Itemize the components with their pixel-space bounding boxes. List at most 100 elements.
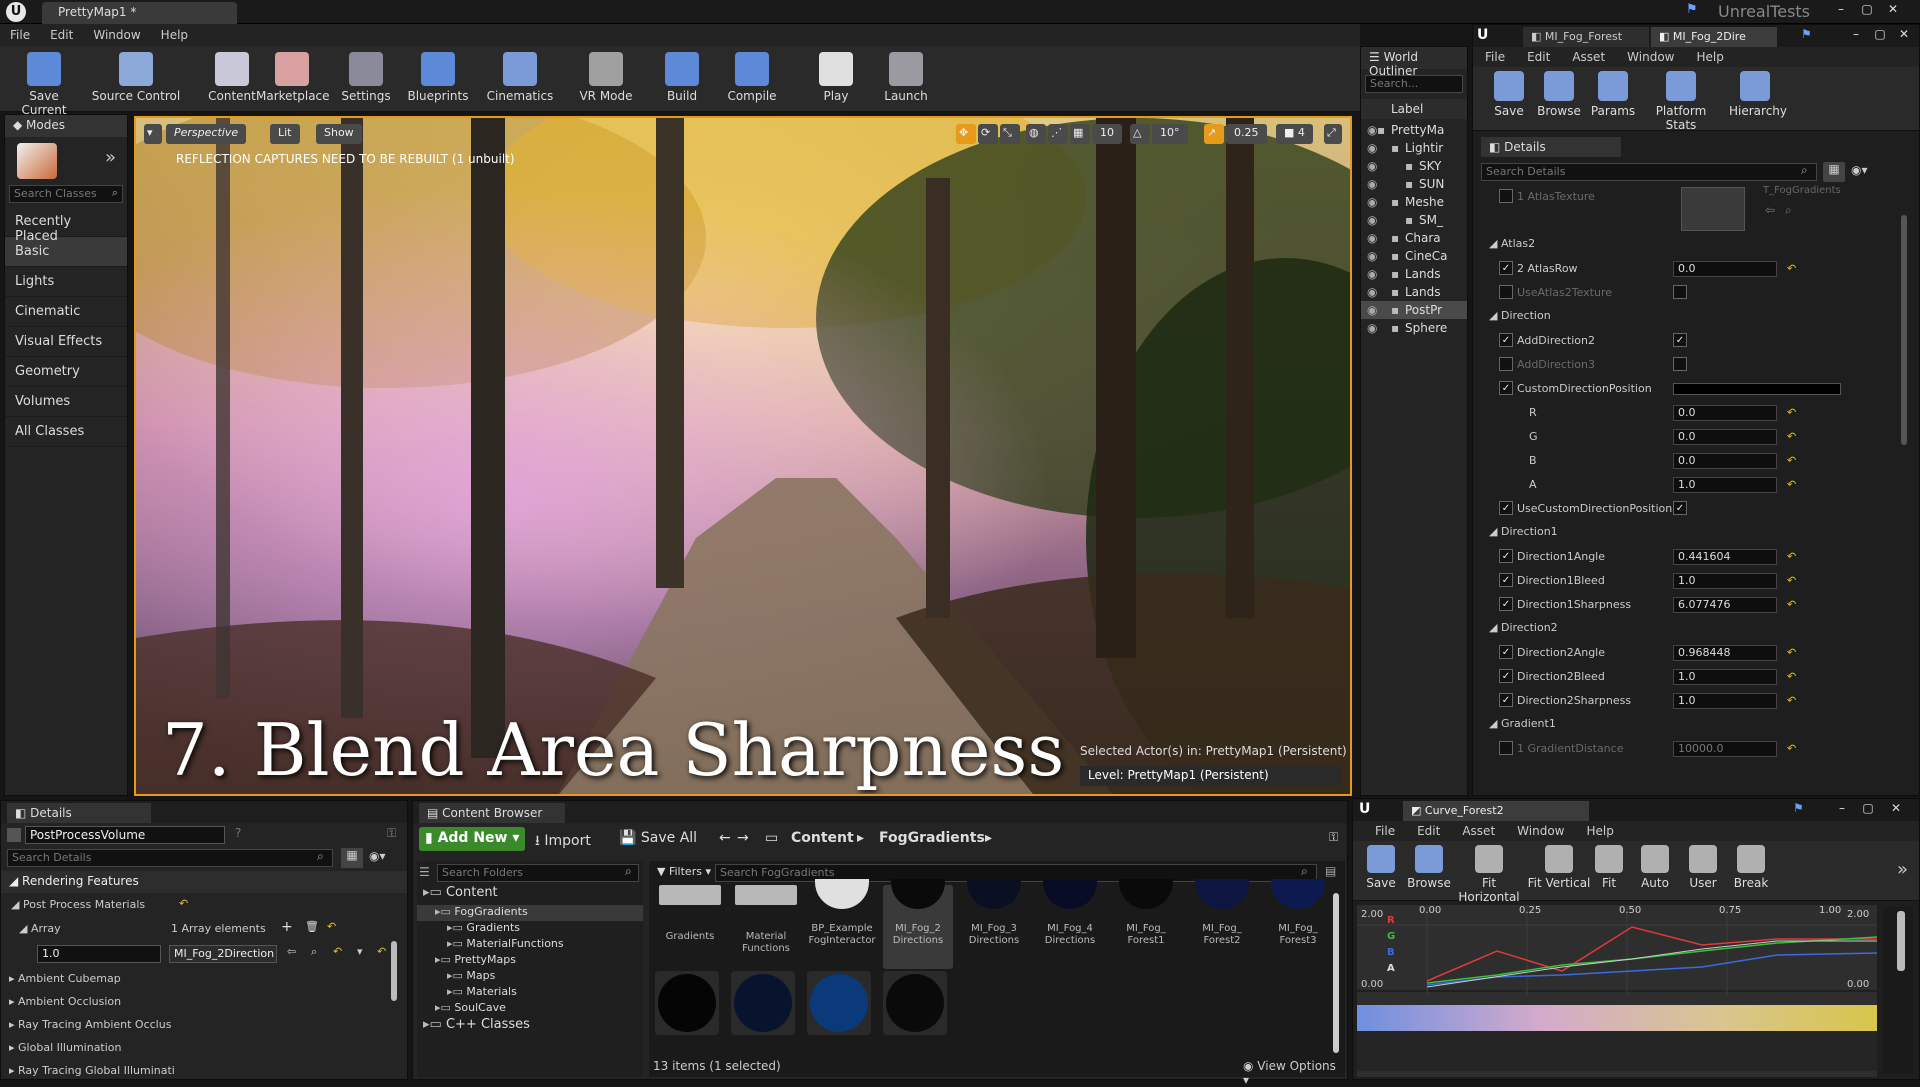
path-foggradients[interactable]: FogGradients [873,827,991,851]
folder-prettymaps[interactable]: ▸▭ PrettyMaps [417,953,643,969]
toolbar-play-button[interactable]: Play [800,52,872,103]
eye-icon[interactable]: ◉ [1367,177,1377,191]
rotate-tool-icon[interactable]: ⟳ [978,124,998,144]
save-all-button[interactable]: 💾 Save All [613,827,703,851]
mi-param-value-input[interactable]: 0.968448 [1673,645,1777,661]
visibility-icon[interactable]: ◉▾ [1851,163,1868,177]
folder-materials[interactable]: ▸▭ Materials [417,985,643,1001]
eye-icon[interactable]: ◉ [1367,141,1377,155]
mi-menu-window[interactable]: Window [1627,50,1674,64]
eye-icon[interactable]: ◉ [1367,267,1377,281]
mi-details-tab[interactable]: ◧ Details [1481,137,1621,157]
path-content[interactable]: Content [785,827,860,851]
mi-menu-help[interactable]: Help [1696,50,1723,64]
asset-tile[interactable]: MI_Fog_2 Directions [883,879,953,969]
reset-default-icon[interactable]: ↶ [1787,406,1796,419]
reset-default-icon[interactable]: ↶ [1787,574,1796,587]
level-viewport[interactable]: ▾ Perspective Lit Show REFLECTION CAPTUR… [134,116,1352,796]
maximize-viewport-icon[interactable]: ⤢ [1324,124,1342,144]
param-override-checkbox[interactable]: ✓ [1499,333,1513,347]
toolbar-save-current-button[interactable]: Save Current [8,52,80,117]
details-tab[interactable]: ◧ Details [7,803,151,823]
mi-param-value-checkbox[interactable]: ✓ [1673,333,1687,347]
menu-edit[interactable]: Edit [50,28,73,42]
mi-params-button[interactable]: Params [1587,71,1639,118]
reset-default-icon[interactable]: ↶ [1787,694,1796,707]
path-menu-icon[interactable]: ▸ [979,827,998,851]
mi-param-value-input[interactable]: 0.0 [1673,429,1777,445]
curve-graph[interactable]: RGBA 2.00 0.00 2.00 0.00 0.00 0.25 0.50 0.7… [1357,905,1877,1077]
reset-default-icon[interactable]: ↶ [1787,646,1796,659]
mi-param-value-input[interactable]: 0.0 [1673,261,1777,277]
reset-default-icon[interactable]: ↶ [327,920,336,933]
mi-tab-forest[interactable]: ◧ MI_Fog_Forest [1523,27,1649,47]
translate-tool-icon[interactable]: ✥ [956,124,976,144]
curve-browse-button[interactable]: Browse [1407,845,1451,890]
mi-param-value-input[interactable]: 10000.0 [1673,741,1777,757]
rotation-snap-button[interactable]: 10° [1152,124,1188,144]
toolbar-overflow-icon[interactable]: » [1897,859,1908,880]
param-override-checkbox[interactable] [1499,285,1513,299]
help-icon[interactable]: ? [235,826,241,840]
view-options-icon[interactable]: ▦ [341,848,363,868]
curve-minimize-icon[interactable]: – [1831,801,1853,817]
asset-tile[interactable]: MI_Fog_3 Directions [959,879,1029,969]
eye-icon[interactable]: ◉ [1367,285,1377,299]
mi-category-atlas2[interactable]: ◢ Atlas2 [1473,237,1893,257]
use-selected-icon[interactable]: ⇦ [287,945,296,958]
mi-param-value-input[interactable]: 0.0 [1673,453,1777,469]
reset-default-icon[interactable]: ↶ [377,945,386,958]
mi-search-input[interactable]: Search Details [1481,163,1817,181]
modes-item-recently-placed[interactable]: Recently Placed [5,207,127,244]
minimize-icon[interactable]: – [1830,2,1852,18]
import-button[interactable]: ⭳ Import [529,827,597,851]
add-new-button[interactable]: ▮ Add New ▾ [419,827,526,851]
details-section-ray-tracing-ambient-occlus[interactable]: ▸ Ray Tracing Ambient Occlus [1,1013,381,1036]
param-override-checkbox[interactable]: ✓ [1499,573,1513,587]
menu-help[interactable]: Help [161,28,188,42]
param-override-checkbox[interactable]: ✓ [1499,597,1513,611]
asset-tile[interactable]: Gradients [655,885,725,969]
unreal-logo-icon[interactable]: U [6,2,26,22]
grid-snap-icon[interactable]: ▦ [1070,124,1090,144]
mi-param-value-input[interactable]: 1.0 [1673,477,1777,493]
show-button[interactable]: Show [316,124,362,144]
toolbar-vr-mode-button[interactable]: VR Mode [570,52,642,103]
folder-materialfunctions[interactable]: ▸▭ MaterialFunctions [417,937,643,953]
curve-tab[interactable]: ◩ Curve_Forest2 [1403,801,1589,821]
param-override-checkbox[interactable]: ✓ [1499,381,1513,395]
folder-soulcave[interactable]: ▸▭ SoulCave [417,1001,643,1017]
asset-tile[interactable] [731,971,795,1035]
mi-menu-asset[interactable]: Asset [1572,50,1605,64]
param-override-checkbox[interactable]: ✓ [1499,693,1513,707]
folder-foggradients[interactable]: ▸▭ FogGradients [417,905,643,921]
details-search-input[interactable]: Search Details [7,849,333,867]
level-tab[interactable]: PrettyMap1 * [42,2,237,24]
curve-auto-button[interactable]: Auto [1633,845,1677,890]
curve-notification-icon[interactable]: ⚑ [1793,801,1804,815]
reset-default-icon[interactable]: ↶ [179,897,188,910]
curve-fit-horizontal-button[interactable]: Fit Horizontal [1457,845,1521,904]
reset-default-icon[interactable]: ↶ [1787,430,1796,443]
outliner-row[interactable]: ◉ ▪ Lightir [1361,139,1467,157]
mi-param-value-input[interactable]: 1.0 [1673,669,1777,685]
curve-close-icon[interactable]: ✕ [1885,801,1907,817]
eye-icon[interactable]: ◉ [1367,213,1377,227]
mi-category-direction1[interactable]: ◢ Direction1 [1473,525,1893,545]
toolbar-launch-button[interactable]: Launch [870,52,942,103]
toolbar-cinematics-button[interactable]: Cinematics [484,52,556,103]
reset-default-icon[interactable]: ↶ [1787,670,1796,683]
scale-snap-icon[interactable]: ↗ [1204,124,1224,144]
outliner-row[interactable]: ◉ ▪ CineCa [1361,247,1467,265]
view-options-button[interactable]: ◉ View Options ▾ [1243,1059,1345,1087]
element-asset-dropdown[interactable]: MI_Fog_2Direction [169,945,277,963]
reset-default-icon[interactable]: ↶ [1787,550,1796,563]
folder-c-classes[interactable]: ▸▭ C++ Classes [417,1017,643,1037]
mi-param-value-input[interactable]: 0.0 [1673,405,1777,421]
save-search-icon[interactable]: ▤ [1325,864,1336,878]
mi-param-value-checkbox[interactable] [1673,285,1687,299]
param-override-checkbox[interactable]: ✓ [1499,645,1513,659]
reset-default-icon[interactable]: ↶ [1787,262,1796,275]
curve-break-button[interactable]: Break [1729,845,1773,890]
curve-menu-help[interactable]: Help [1586,824,1613,838]
